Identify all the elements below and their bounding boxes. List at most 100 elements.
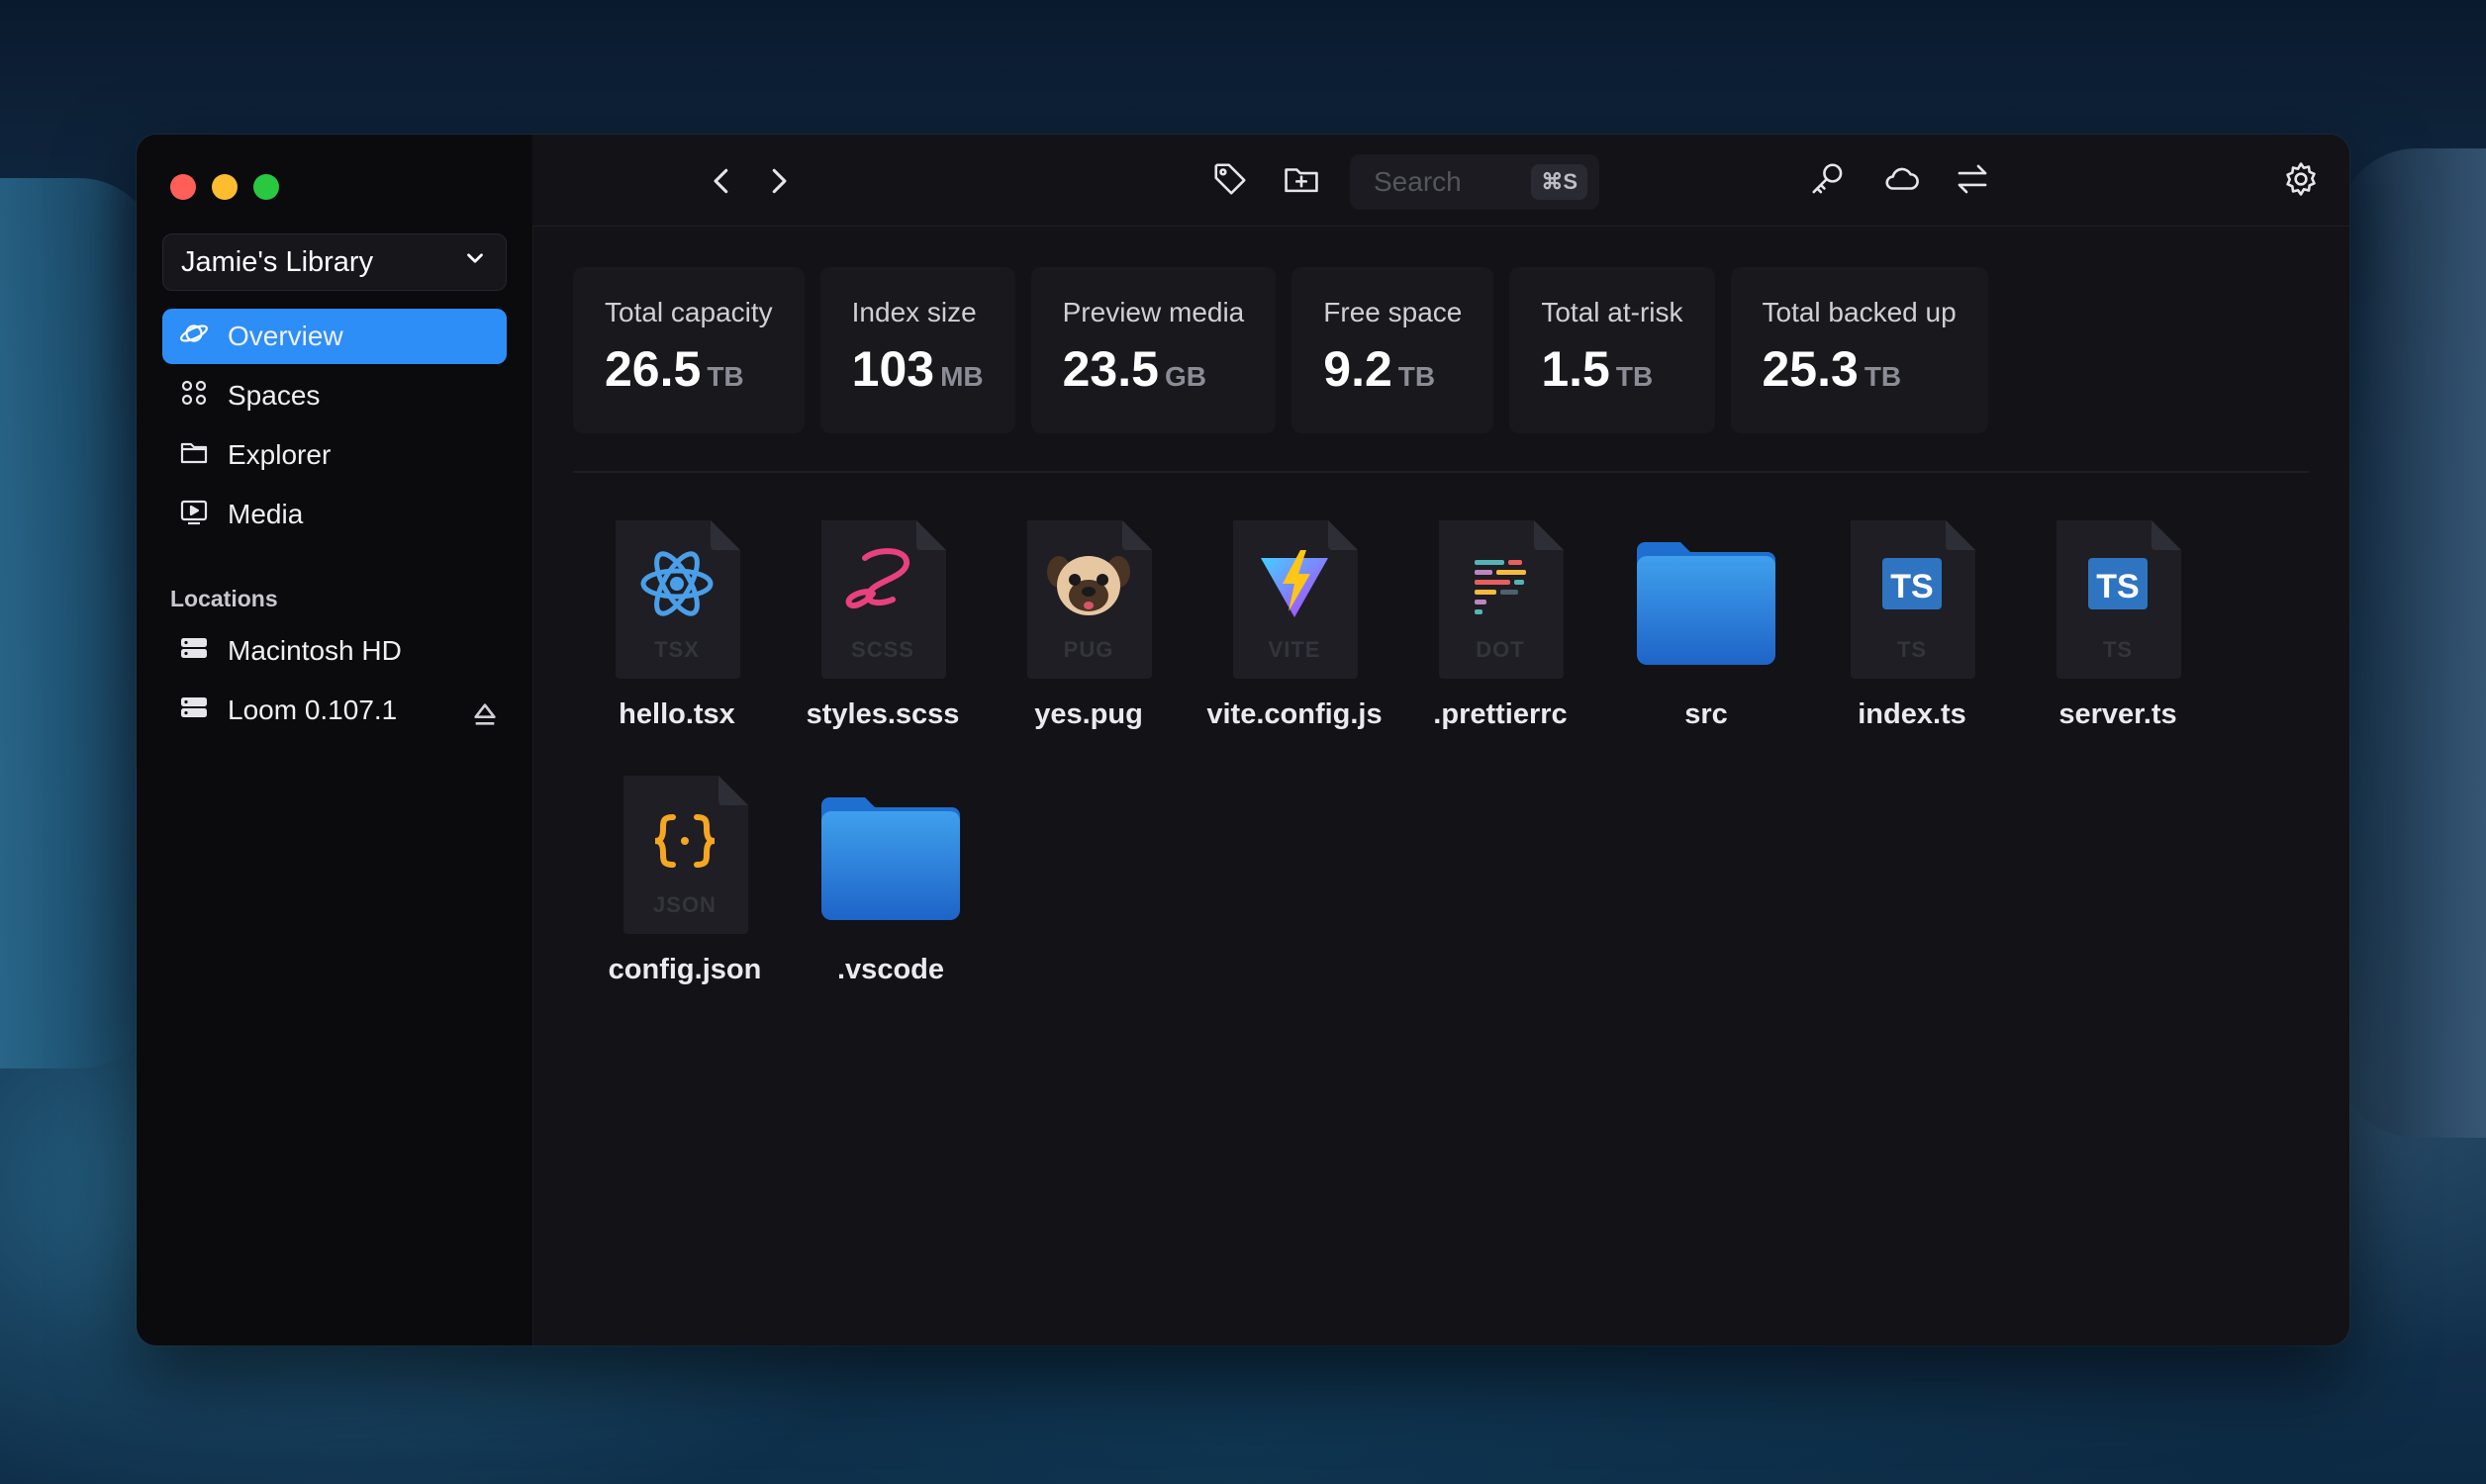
- json-icon: JSON: [616, 770, 754, 938]
- stat-label: Preview media: [1062, 297, 1245, 327]
- tag-icon[interactable]: [1211, 160, 1249, 198]
- stat-unit: TB: [1397, 361, 1436, 392]
- file-name: config.json: [608, 954, 762, 985]
- key-icon[interactable]: [1809, 160, 1847, 198]
- stat-unit: TB: [1864, 361, 1902, 392]
- file-item[interactable]: JSON config.json: [581, 770, 789, 1007]
- file-name: yes.pug: [1034, 698, 1143, 730]
- stat-unit: TB: [707, 361, 744, 392]
- file-name: hello.tsx: [619, 698, 735, 730]
- media-icon: [178, 496, 210, 534]
- sidebar-nav: Overview Spaces Explorer Media: [162, 309, 507, 546]
- file-type-badge: JSON: [653, 892, 717, 917]
- location-macintosh-hd[interactable]: Macintosh HD: [162, 623, 507, 679]
- folder-icon: [178, 436, 210, 475]
- locations-header: Locations: [170, 586, 278, 611]
- file-item[interactable]: TSX hello.tsx: [573, 514, 781, 752]
- stat-card: Index size 103 MB: [819, 267, 1015, 433]
- new-folder-icon[interactable]: [1283, 160, 1320, 198]
- wallpaper-left: [0, 178, 158, 1068]
- prettier-icon: DOT: [1431, 514, 1570, 683]
- sidebar-item-label: Spaces: [228, 380, 321, 411]
- folder-icon: [821, 770, 960, 938]
- vite-icon: VITE: [1225, 514, 1364, 683]
- sidebar-item-label: Media: [228, 499, 304, 529]
- stat-card: Free space 9.2 TB: [1291, 267, 1494, 433]
- svg-text:TS: TS: [1890, 568, 1933, 605]
- stat-card: Total capacity 26.5 TB: [573, 267, 805, 433]
- gear-icon[interactable]: [2282, 160, 2320, 198]
- file-name: src: [1684, 698, 1728, 730]
- stat-label: Total backed up: [1762, 297, 1957, 327]
- sidebar-item-explorer[interactable]: Explorer: [162, 427, 507, 483]
- file-name: server.ts: [2058, 698, 2177, 730]
- sass-icon: SCSS: [813, 514, 952, 683]
- planet-icon: [178, 318, 210, 356]
- file-type-badge: TS: [1896, 637, 1928, 662]
- stat-label: Total capacity: [605, 297, 773, 327]
- sidebar-item-label: Explorer: [228, 439, 332, 470]
- location-loom[interactable]: Loom 0.107.1: [162, 683, 507, 738]
- folder-item[interactable]: .vscode: [787, 770, 995, 1007]
- stat-value: 25.3: [1762, 341, 1859, 397]
- file-name: .vscode: [837, 954, 944, 985]
- section-divider: [573, 471, 2309, 473]
- stat-value: 1.5: [1541, 341, 1610, 397]
- pug-icon: PUG: [1019, 514, 1158, 683]
- stat-value: 26.5: [605, 341, 702, 397]
- sidebar: Jamie's Library Overview Spaces Explorer…: [137, 135, 533, 1345]
- stat-value: 9.2: [1323, 341, 1392, 397]
- file-item[interactable]: TS TS server.ts: [2014, 514, 2222, 752]
- chevron-down-icon: [462, 245, 488, 279]
- file-type-badge: TSX: [654, 637, 700, 662]
- window-controls: [170, 174, 279, 200]
- stat-label: Free space: [1323, 297, 1463, 327]
- file-item[interactable]: PUG yes.pug: [985, 514, 1193, 752]
- file-item[interactable]: VITE vite.config.js: [1191, 514, 1398, 752]
- wallpaper-right: [2338, 148, 2486, 1138]
- folder-item[interactable]: src: [1602, 514, 1810, 752]
- sidebar-item-media[interactable]: Media: [162, 487, 507, 542]
- file-type-badge: PUG: [1063, 637, 1114, 662]
- typescript-icon: TS TS: [1843, 514, 1981, 683]
- typescript-icon: TS TS: [2049, 514, 2187, 683]
- stat-value: 103: [851, 341, 935, 397]
- cloud-icon[interactable]: [1882, 160, 1920, 198]
- sidebar-item-spaces[interactable]: Spaces: [162, 368, 507, 423]
- svg-text:TS: TS: [2096, 568, 2139, 605]
- file-type-badge: DOT: [1476, 637, 1525, 662]
- folder-icon: [1637, 514, 1775, 683]
- stat-card: Total backed up 25.3 TB: [1730, 267, 1988, 433]
- stat-unit: TB: [1615, 361, 1654, 392]
- file-item[interactable]: DOT .prettierrc: [1396, 514, 1604, 752]
- react-icon: TSX: [608, 514, 746, 683]
- sidebar-item-overview[interactable]: Overview: [162, 309, 507, 364]
- location-label: Loom 0.107.1: [228, 695, 398, 725]
- grid-icon: [178, 377, 210, 416]
- eject-icon[interactable]: [469, 698, 496, 725]
- drive-icon: [178, 692, 210, 730]
- stat-unit: GB: [1164, 361, 1206, 392]
- minimize-window-button[interactable]: [212, 174, 238, 200]
- file-item[interactable]: SCSS styles.scss: [779, 514, 987, 752]
- stats-row: Total capacity 26.5 TB Index size 103 MB P…: [573, 267, 1988, 433]
- close-window-button[interactable]: [170, 174, 196, 200]
- locations-list: Macintosh HD Loom 0.107.1: [162, 623, 507, 742]
- search-shortcut-badge: ⌘S: [1531, 164, 1587, 200]
- file-type-badge: TS: [2102, 637, 2134, 662]
- stat-label: Index size: [851, 297, 977, 327]
- file-name: vite.config.js: [1206, 698, 1383, 730]
- file-item[interactable]: TS TS index.ts: [1808, 514, 2016, 752]
- file-name: styles.scss: [806, 698, 960, 730]
- toolbar: ⌘S: [532, 135, 2349, 227]
- sidebar-item-label: Overview: [228, 321, 343, 351]
- app-window: Jamie's Library Overview Spaces Explorer…: [137, 135, 2349, 1345]
- back-icon[interactable]: [703, 162, 740, 200]
- sync-arrows-icon[interactable]: [1954, 160, 1991, 198]
- search-bar: ⌘S: [1350, 154, 1599, 210]
- file-name: .prettierrc: [1433, 698, 1568, 730]
- library-selector[interactable]: Jamie's Library: [162, 233, 507, 291]
- search-input[interactable]: [1350, 154, 1528, 210]
- zoom-window-button[interactable]: [253, 174, 279, 200]
- forward-icon[interactable]: [760, 162, 798, 200]
